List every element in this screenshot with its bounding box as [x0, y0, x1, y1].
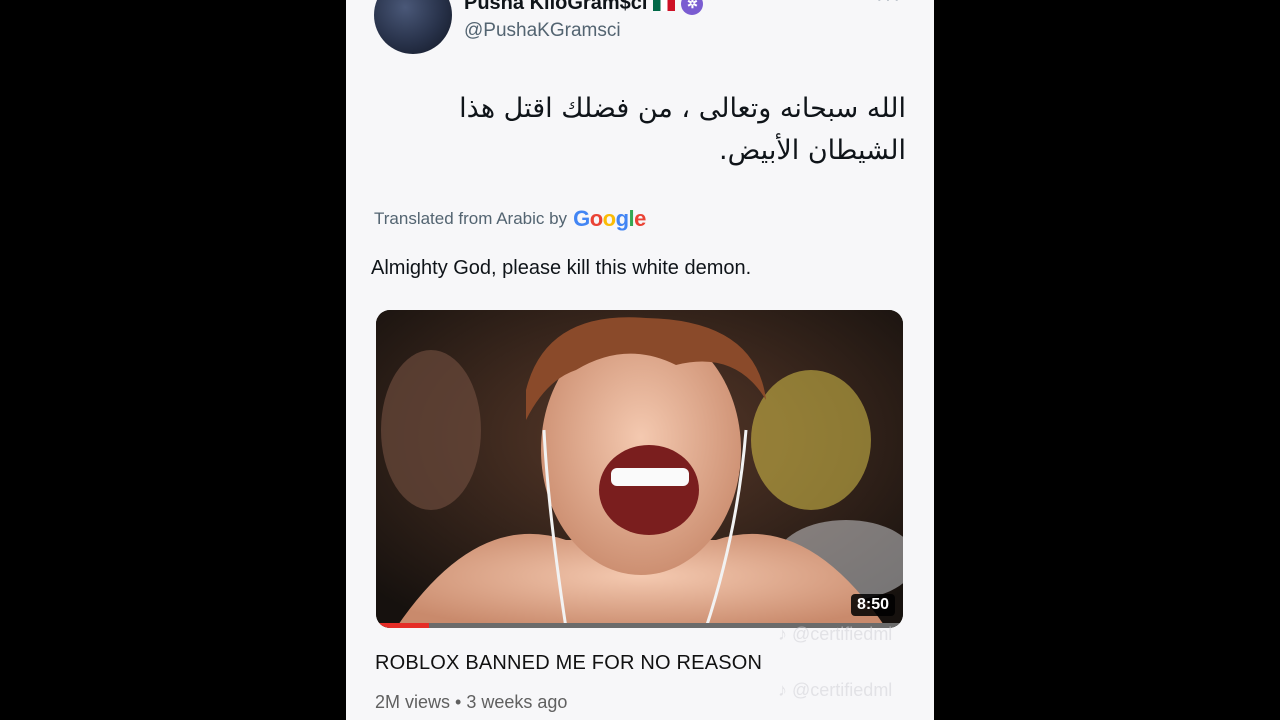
video-duration: 8:50 — [850, 594, 895, 616]
mexico-flag-icon — [653, 0, 676, 11]
tweet-text-arabic: الله سبحانه وتعالى ، من فضلك اقتل هذا ال… — [459, 93, 906, 166]
verified-badge-icon: ✲ — [681, 0, 704, 15]
video-thumbnail[interactable]: 8:50 — [376, 310, 903, 628]
video-progress-fill — [376, 623, 429, 628]
tiktok-watermark: ♪ @certifiedml — [778, 624, 892, 645]
display-name-text: Pusha KiloGram$ci — [464, 0, 648, 14]
tiktok-watermark-secondary: ♪ @certifiedml — [778, 680, 892, 701]
thumbnail-image — [376, 310, 903, 628]
tweet-translation: Almighty God, please kill this white dem… — [371, 257, 752, 279]
watermark-text: @certifiedml — [792, 680, 893, 700]
translated-label: Translated from Arabic by — [374, 209, 568, 228]
video-title[interactable]: ROBLOX BANNED ME FOR NO REASON — [375, 652, 762, 675]
watermark-text: @certifiedml — [792, 624, 893, 644]
avatar[interactable] — [374, 0, 452, 54]
google-logo: Google — [573, 206, 646, 231]
user-handle[interactable]: @PushaKGramsci — [464, 20, 621, 42]
tweet-card: Pusha KiloGram$ci ✲ @PushaKGramsci ··· ا… — [346, 0, 934, 720]
tiktok-icon: ♪ — [778, 680, 787, 700]
display-name[interactable]: Pusha KiloGram$ci ✲ — [464, 0, 704, 15]
more-icon[interactable]: ··· — [876, 0, 902, 11]
video-meta: 2M views • 3 weeks ago — [375, 692, 568, 712]
tiktok-icon: ♪ — [778, 624, 787, 644]
translation-attribution: Translated from Arabic by Google — [374, 206, 646, 232]
